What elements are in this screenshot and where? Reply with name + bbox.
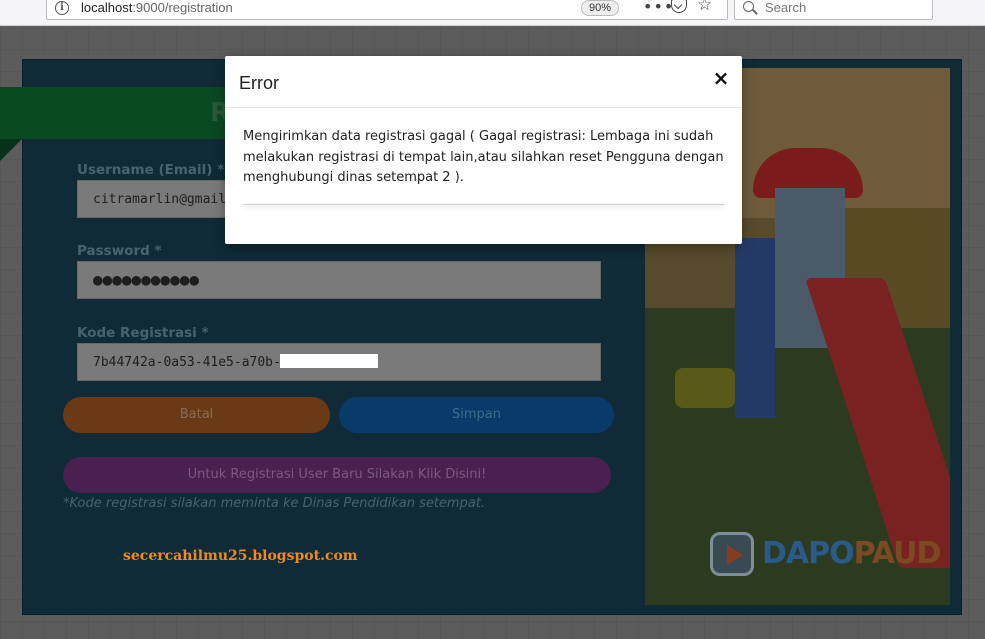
zoom-badge[interactable]: 90% — [581, 0, 619, 16]
redaction-box — [280, 354, 378, 368]
photo-swing — [675, 368, 735, 408]
ribbon-fold — [0, 139, 22, 161]
modal-header: Error × — [225, 56, 742, 108]
watermark-text: secercahilmu25.blogspot.com — [123, 548, 358, 564]
save-button[interactable]: Simpan — [339, 397, 614, 433]
url-host: localhost — [81, 0, 133, 15]
regcode-label: Kode Registrasi * — [77, 325, 209, 341]
play-logo-icon — [710, 532, 754, 576]
username-label: Username (Email) * — [77, 162, 225, 178]
cancel-button[interactable]: Batal — [63, 397, 330, 433]
modal-divider — [243, 204, 724, 205]
close-icon[interactable]: × — [711, 68, 731, 88]
more-icon[interactable]: ••• — [643, 0, 674, 16]
address-bar[interactable]: i localhost:9000/registration 90% ••• ☆ — [46, 0, 728, 20]
new-user-registration-button[interactable]: Untuk Registrasi User Baru Silakan Klik … — [63, 457, 611, 493]
modal-title: Error — [239, 73, 279, 93]
logo-text-paud: PAUD — [853, 536, 942, 571]
registration-note: *Kode registrasi silakan meminta ke Dina… — [63, 496, 486, 511]
search-icon — [743, 1, 754, 12]
url-path: :9000/registration — [132, 0, 233, 15]
photo-ladder — [735, 238, 775, 418]
info-icon[interactable]: i — [55, 1, 69, 15]
error-message: Mengirimkan data registrasi gagal ( Gaga… — [243, 129, 724, 185]
url-text: localhost:9000/registration — [81, 0, 233, 15]
password-value: ●●●●●●●●●●● — [93, 270, 199, 289]
search-placeholder: Search — [765, 0, 807, 15]
browser-toolbar: i localhost:9000/registration 90% ••• ☆ … — [0, 0, 985, 26]
password-field[interactable]: ●●●●●●●●●●● — [77, 261, 601, 299]
dapopaud-logo: DAPOPAUD — [710, 530, 941, 578]
pocket-icon[interactable] — [671, 0, 687, 13]
logo-text: DAPOPAUD — [762, 536, 942, 571]
search-box[interactable]: Search — [734, 0, 933, 20]
regcode-value: 7b44742a-0a53-41e5-a70b- — [93, 355, 281, 370]
logo-text-dapo: DAPO — [762, 536, 855, 571]
bookmark-star-icon[interactable]: ☆ — [697, 0, 712, 15]
error-modal: Error × Mengirimkan data registrasi gaga… — [225, 56, 742, 244]
password-label: Password * — [77, 243, 162, 259]
